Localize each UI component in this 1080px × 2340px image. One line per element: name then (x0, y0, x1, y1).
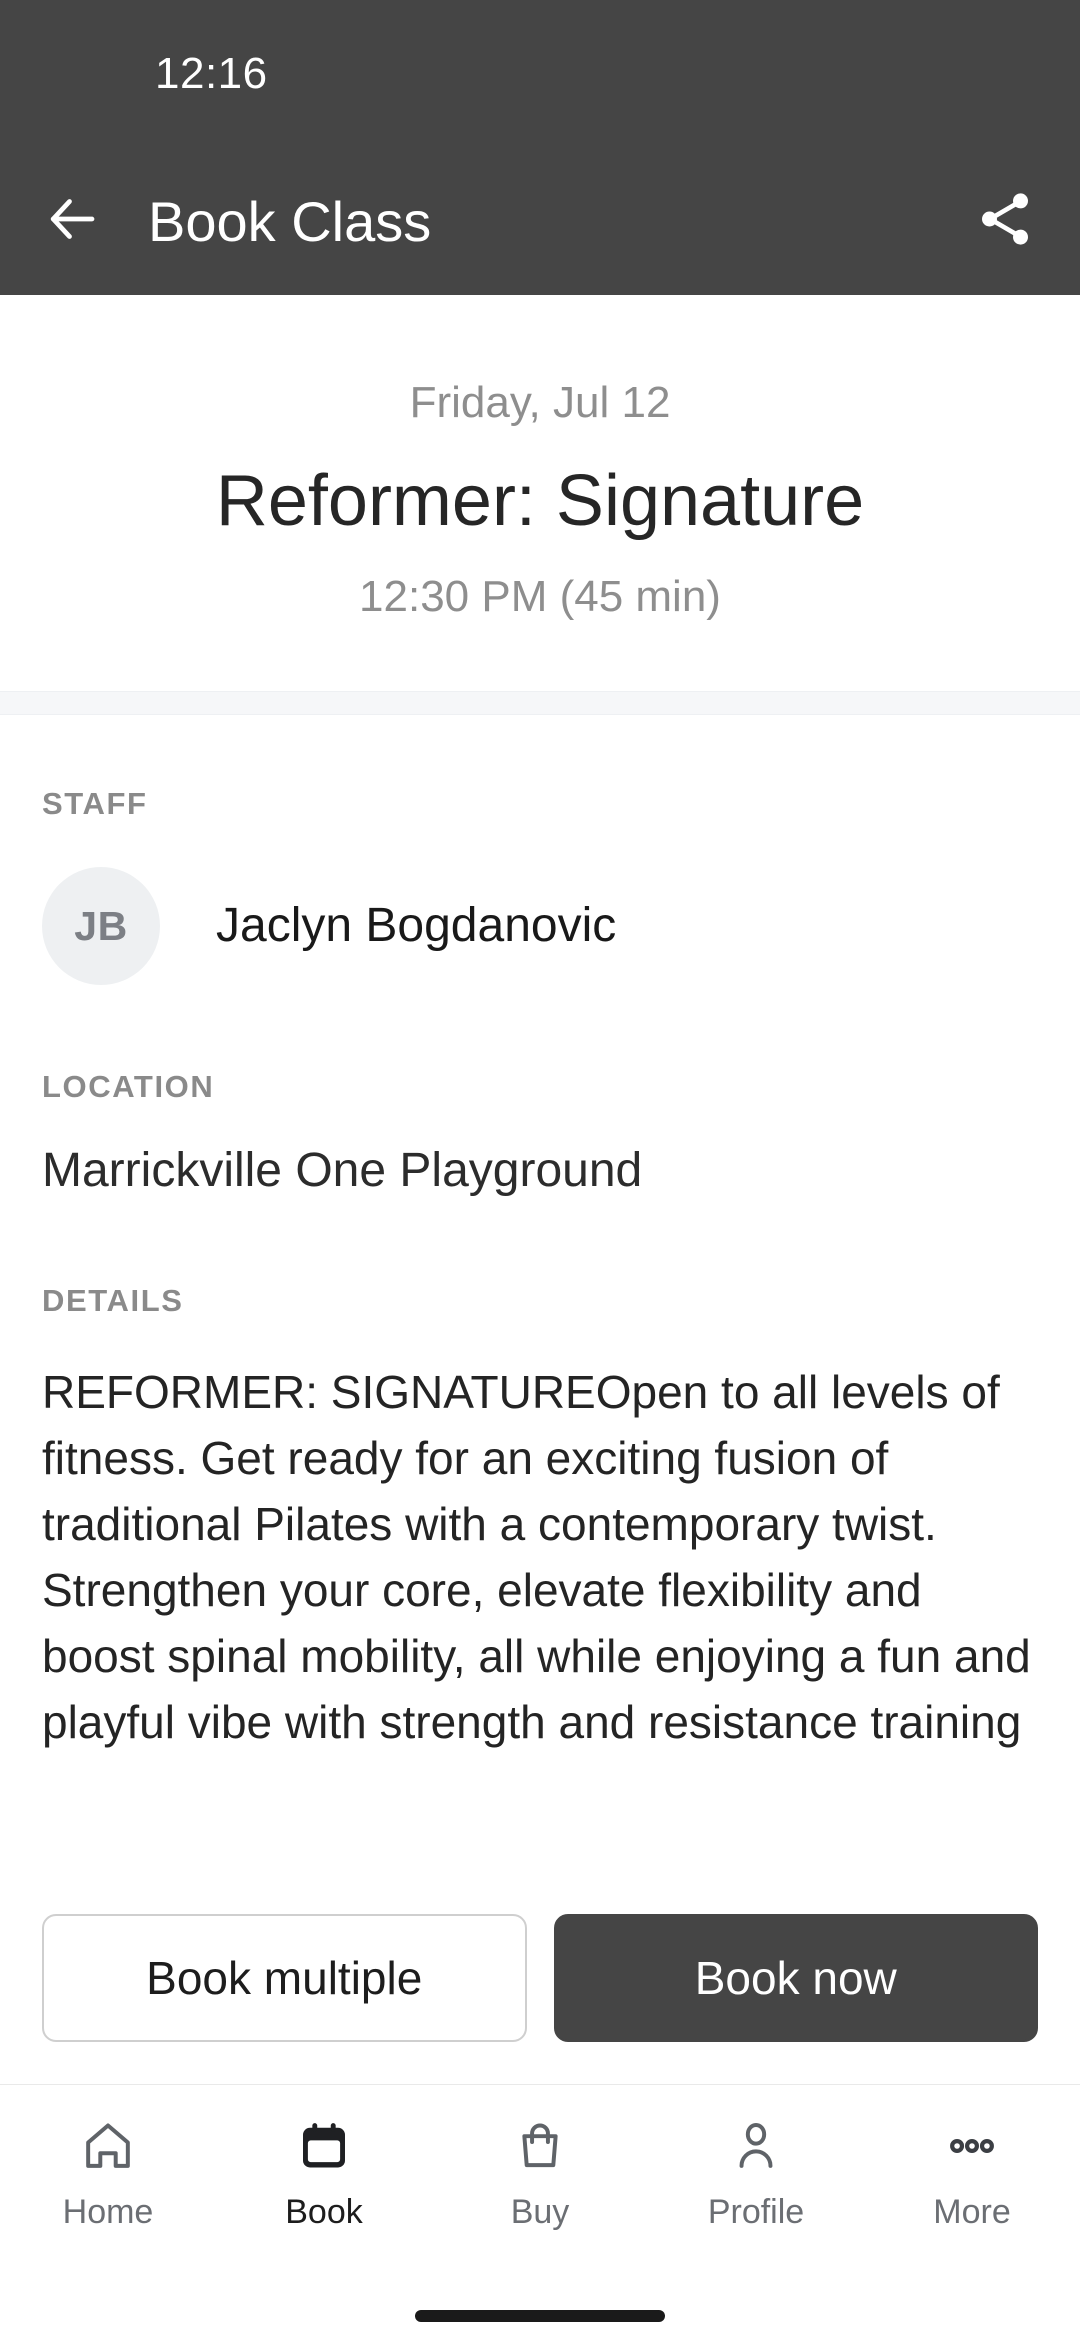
person-icon (728, 2115, 784, 2177)
avatar-initials: JB (74, 902, 128, 949)
class-time: 12:30 PM (45 min) (359, 572, 721, 622)
back-button[interactable] (36, 186, 108, 258)
avatar: JB (42, 867, 160, 986)
nav-item-profile[interactable]: Profile (648, 2115, 864, 2229)
book-multiple-button[interactable]: Book multiple (42, 1914, 527, 2042)
home-indicator-area (0, 2292, 1080, 2340)
class-summary: Friday, Jul 12 Reformer: Signature 12:30… (0, 295, 1080, 692)
location-section-label: LOCATION (42, 1069, 215, 1105)
nav-label-profile: Profile (707, 2193, 805, 2231)
details-text: REFORMER: SIGNATUREOpen to all levels of… (42, 1366, 1031, 1749)
nav-item-book[interactable]: Book (216, 2115, 432, 2229)
ellipsis-icon (944, 2115, 1000, 2177)
home-indicator[interactable] (415, 2310, 665, 2322)
action-bar: Book multiple Book now (0, 1914, 1080, 2042)
app-bar: Book Class (0, 148, 1080, 295)
nav-label-book: Book (285, 2193, 363, 2231)
page-title: Book Class (148, 189, 432, 253)
section-divider (0, 691, 1080, 716)
nav-item-buy[interactable]: Buy (432, 2115, 648, 2229)
staff-name: Jaclyn Bogdanovic (216, 899, 617, 953)
bottom-navigation: Home Book Buy Profile More (0, 2084, 1080, 2292)
calendar-icon (296, 2115, 352, 2177)
location-value[interactable]: Marrickville One Playground (42, 1147, 1038, 1195)
details-section-label: DETAILS (42, 1283, 184, 1319)
home-icon (80, 2115, 136, 2177)
book-now-button[interactable]: Book now (553, 1914, 1038, 2042)
class-date: Friday, Jul 12 (409, 378, 671, 427)
bag-icon (512, 2115, 568, 2177)
share-button[interactable] (968, 185, 1042, 259)
share-icon (974, 188, 1036, 255)
staff-section-label: STAFF (42, 786, 148, 822)
nav-item-home[interactable]: Home (0, 2115, 216, 2229)
class-name: Reformer: Signature (215, 461, 865, 541)
class-details-body: STAFF JB Jaclyn Bogdanovic LOCATION Marr… (0, 715, 1080, 1914)
nav-label-more: More (933, 2193, 1011, 2231)
app-screen: 12:16 Book Class Friday, Jul 12 Reformer… (0, 0, 1080, 2340)
status-bar: 12:16 (0, 0, 1080, 148)
nav-label-buy: Buy (510, 2193, 570, 2231)
nav-item-more[interactable]: More (864, 2115, 1080, 2229)
arrow-left-icon (42, 189, 102, 254)
nav-label-home: Home (62, 2193, 154, 2231)
staff-row[interactable]: JB Jaclyn Bogdanovic (42, 867, 1038, 986)
status-bar-clock: 12:16 (155, 49, 268, 98)
